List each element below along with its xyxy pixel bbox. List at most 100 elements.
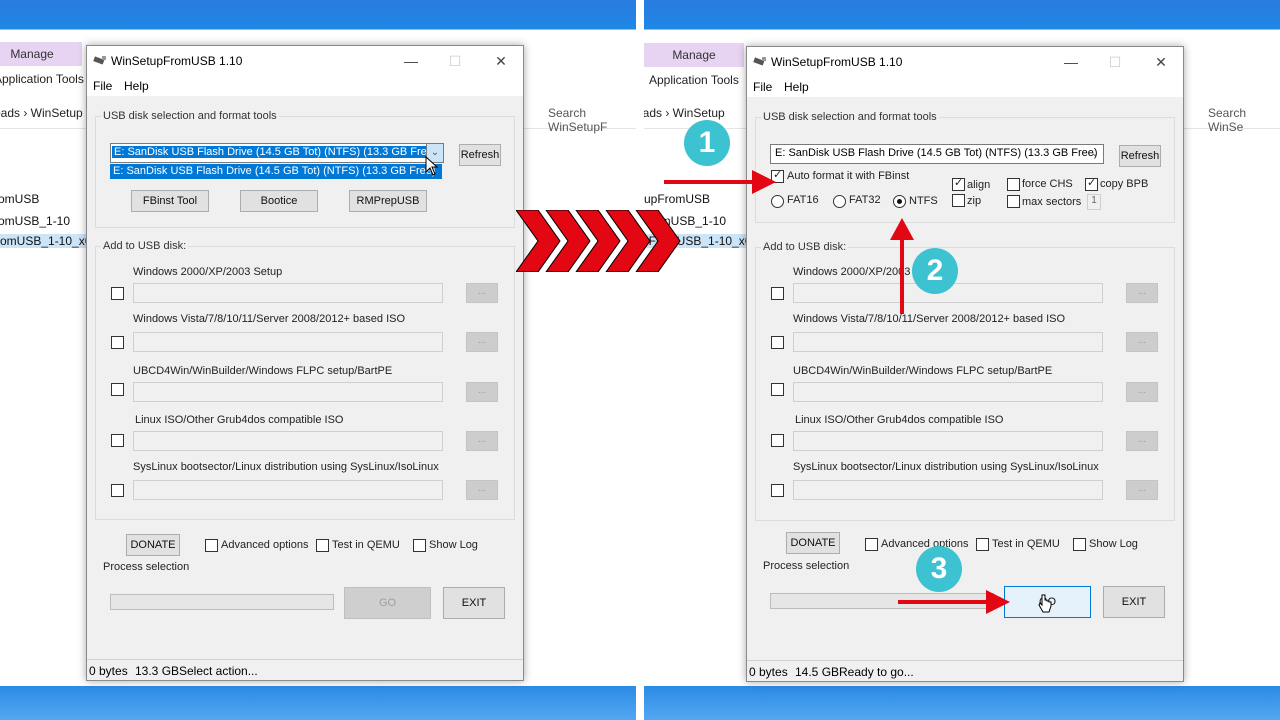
- usb-group-label: USB disk selection and format tools: [101, 110, 279, 122]
- source-label-vista: Windows Vista/7/8/10/11/Server 2008/2012…: [793, 313, 1066, 325]
- menu-help[interactable]: Help: [784, 80, 809, 94]
- fs-label-fat16: FAT16: [787, 194, 819, 206]
- browse-button-winxp[interactable]: ...: [466, 283, 498, 303]
- source-checkbox-linux[interactable]: [111, 434, 124, 447]
- close-button[interactable]: ✕: [1141, 51, 1181, 73]
- maximize-button[interactable]: ☐: [1095, 51, 1135, 73]
- menu-file[interactable]: File: [753, 80, 772, 94]
- browse-button-syslinux[interactable]: ...: [466, 480, 498, 500]
- browse-button-vista[interactable]: ...: [1126, 332, 1158, 352]
- show-log-checkbox[interactable]: [413, 539, 426, 552]
- source-path-ubcd[interactable]: [133, 382, 443, 402]
- title-bar: WinSetupFromUSB 1.10 — ☐ ✕: [747, 47, 1183, 77]
- show-log-label: Show Log: [1089, 538, 1138, 550]
- dropdown-option-drive[interactable]: E: SanDisk USB Flash Drive (14.5 GB Tot)…: [110, 164, 442, 179]
- zip-checkbox[interactable]: [952, 194, 965, 207]
- advanced-options-checkbox[interactable]: [865, 538, 878, 551]
- source-path-winxp[interactable]: [133, 283, 443, 303]
- status-bytes: 0 bytes: [89, 664, 128, 678]
- maximize-button[interactable]: ☐: [435, 50, 475, 72]
- status-bytes: 0 bytes: [749, 665, 788, 679]
- window-title: WinSetupFromUSB 1.10: [771, 55, 903, 69]
- drive-select-value: E: SanDisk USB Flash Drive (14.5 GB Tot)…: [775, 147, 1098, 159]
- source-path-linux[interactable]: [793, 431, 1103, 451]
- source-checkbox-winxp[interactable]: [111, 287, 124, 300]
- source-path-syslinux[interactable]: [793, 480, 1103, 500]
- donate-button[interactable]: DONATE: [126, 534, 180, 556]
- status-free-space: 13.3 GB: [135, 664, 180, 678]
- refresh-button[interactable]: Refresh: [459, 144, 501, 166]
- test-qemu-checkbox[interactable]: [976, 538, 989, 551]
- bootice-button[interactable]: Bootice: [240, 190, 318, 212]
- manage-tab[interactable]: Manage: [0, 42, 82, 66]
- source-checkbox-vista[interactable]: [111, 336, 124, 349]
- advanced-options-checkbox[interactable]: [205, 539, 218, 552]
- source-checkbox-winxp[interactable]: [771, 287, 784, 300]
- status-message: Select action...: [179, 664, 258, 678]
- browse-button-vista[interactable]: ...: [466, 332, 498, 352]
- title-bar: WinSetupFromUSB 1.10 — ☐ ✕: [87, 46, 523, 76]
- refresh-button[interactable]: Refresh: [1119, 145, 1161, 167]
- max-sectors-checkbox[interactable]: [1007, 195, 1020, 208]
- folder-item[interactable]: romUSB: [0, 192, 39, 206]
- minimize-button[interactable]: —: [391, 50, 431, 72]
- fs-radio-fat16[interactable]: [771, 195, 784, 208]
- drive-select[interactable]: E: SanDisk USB Flash Drive (14.5 GB Tot)…: [110, 143, 444, 163]
- search-input[interactable]: Search WinSe: [1208, 106, 1280, 134]
- source-path-linux[interactable]: [133, 431, 443, 451]
- source-path-ubcd[interactable]: [793, 382, 1103, 402]
- exit-button[interactable]: EXIT: [1103, 586, 1165, 618]
- minimize-button[interactable]: —: [1051, 51, 1091, 73]
- source-checkbox-linux[interactable]: [771, 434, 784, 447]
- browse-button-ubcd[interactable]: ...: [466, 382, 498, 402]
- exit-button[interactable]: EXIT: [443, 587, 505, 619]
- search-input[interactable]: Search WinSetupF: [548, 106, 636, 134]
- test-qemu-checkbox[interactable]: [316, 539, 329, 552]
- align-checkbox[interactable]: [952, 176, 965, 191]
- browse-button-ubcd[interactable]: ...: [1126, 382, 1158, 402]
- source-path-vista[interactable]: [133, 332, 443, 352]
- source-checkbox-syslinux[interactable]: [771, 484, 784, 497]
- red-arrow-right-icon: [664, 170, 776, 194]
- close-button[interactable]: ✕: [481, 50, 521, 72]
- source-checkbox-vista[interactable]: [771, 336, 784, 349]
- browse-button-syslinux[interactable]: ...: [1126, 480, 1158, 500]
- rmprepusb-button[interactable]: RMPrepUSB: [349, 190, 427, 212]
- drive-select[interactable]: E: SanDisk USB Flash Drive (14.5 GB Tot)…: [770, 144, 1104, 164]
- chevron-down-icon[interactable]: ⌄: [1087, 145, 1103, 163]
- copy-bpb-checkbox[interactable]: [1085, 176, 1098, 191]
- menu-file[interactable]: File: [93, 79, 112, 93]
- manage-tab[interactable]: Manage: [644, 43, 744, 67]
- force-chs-checkbox[interactable]: [1007, 178, 1020, 191]
- source-label-vista: Windows Vista/7/8/10/11/Server 2008/2012…: [133, 313, 406, 325]
- copy-bpb-label: copy BPB: [1100, 178, 1149, 190]
- fs-radio-fat32[interactable]: [833, 195, 846, 208]
- browse-button-winxp[interactable]: ...: [1126, 283, 1158, 303]
- breadcrumb: oads › WinSetup: [644, 106, 725, 120]
- folder-item-selected[interactable]: romUSB_1-10_x6: [0, 234, 96, 248]
- source-checkbox-ubcd[interactable]: [771, 383, 784, 396]
- max-sectors-input[interactable]: 1: [1087, 194, 1101, 210]
- source-checkbox-ubcd[interactable]: [111, 383, 124, 396]
- source-path-vista[interactable]: [793, 332, 1103, 352]
- source-path-syslinux[interactable]: [133, 480, 443, 500]
- fbinst-tool-button[interactable]: FBinst Tool: [131, 190, 209, 212]
- source-checkbox-syslinux[interactable]: [111, 484, 124, 497]
- test-qemu-label: Test in QEMU: [992, 538, 1060, 550]
- left-screenshot-panel: Manage Application Tools oads › WinSetup…: [0, 0, 636, 720]
- step-badge-1: 1: [684, 120, 730, 166]
- donate-button[interactable]: DONATE: [786, 532, 840, 554]
- menu-help[interactable]: Help: [124, 79, 149, 93]
- go-button[interactable]: GO: [344, 587, 431, 619]
- folder-item[interactable]: romUSB_1-10: [0, 214, 70, 228]
- browse-button-linux[interactable]: ...: [1126, 431, 1158, 451]
- source-label-linux: Linux ISO/Other Grub4dos compatible ISO: [135, 414, 344, 426]
- show-log-checkbox[interactable]: [1073, 538, 1086, 551]
- progress-bar: [110, 594, 334, 610]
- browse-button-linux[interactable]: ...: [466, 431, 498, 451]
- source-label-syslinux: SysLinux bootsector/Linux distribution u…: [133, 461, 439, 473]
- advanced-options-label: Advanced options: [881, 538, 969, 550]
- fs-radio-ntfs[interactable]: [893, 195, 906, 208]
- advanced-options-label: Advanced options: [221, 539, 309, 551]
- application-tools-label: Application Tools: [0, 72, 84, 86]
